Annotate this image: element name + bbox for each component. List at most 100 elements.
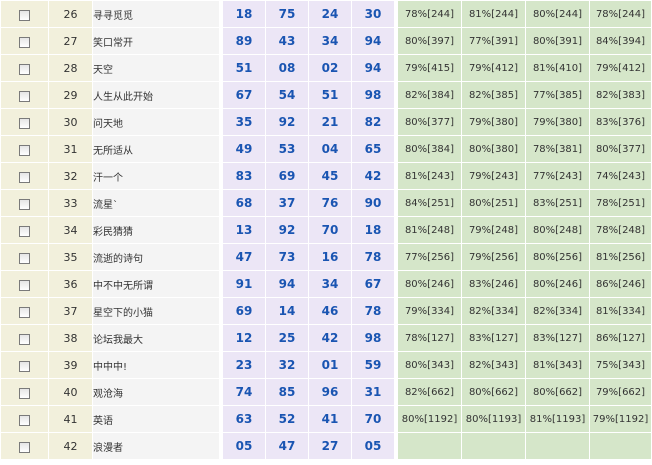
row-number: 30 [48,108,93,136]
accuracy-stat: 80%[1192] [397,405,462,433]
row-checkbox[interactable] [19,414,30,426]
row-checkbox[interactable] [19,9,30,21]
accuracy-stat: 78%[127] [397,324,462,352]
picked-number: 75 [265,0,309,28]
row-checkbox[interactable] [19,36,30,48]
table-row: 41 英语 63 52 41 70 80%[1192] 80%[1193] 81%[1193] 7… [0,405,652,433]
picked-number: 01 [308,351,352,379]
player-name: 问天地 [92,108,220,136]
picked-number: 49 [222,135,266,163]
row-checkbox[interactable] [19,306,30,318]
table-row: 33 流星` 68 37 76 90 84%[251] 80%[251] 83%[251] 78%… [0,189,652,217]
player-name: 中不中无所谓 [92,270,220,298]
accuracy-stat: 80%[377] [397,108,462,136]
picked-number: 23 [222,351,266,379]
row-number: 34 [48,216,93,244]
picked-number: 04 [308,135,352,163]
picked-number: 35 [222,108,266,136]
picked-number: 94 [351,54,395,82]
table-row: 37 星空下的小猫 69 14 46 78 79%[334] 82%[334] 82%[334]… [0,297,652,325]
picked-number: 73 [265,243,309,271]
picked-number: 13 [222,216,266,244]
row-checkbox[interactable] [19,117,30,129]
accuracy-stat: 81%[244] [461,0,526,28]
accuracy-stat: 81%[256] [589,243,652,271]
row-checkbox[interactable] [19,63,30,75]
row-checkbox[interactable] [19,144,30,156]
row-checkbox[interactable] [19,360,30,372]
player-name: 天空 [92,54,220,82]
row-number: 41 [48,405,93,433]
table-row: 39 中中中! 23 32 01 59 80%[343] 82%[343] 81%[343] 75… [0,351,652,379]
picked-number: 74 [222,378,266,406]
accuracy-stat: 82%[662] [397,378,462,406]
accuracy-stat: 84%[251] [397,189,462,217]
row-select-cell [0,243,49,271]
player-name: 笑口常开 [92,27,220,55]
table-row: 38 论坛我最大 12 25 42 98 78%[127] 83%[127] 83%[127] 8… [0,324,652,352]
table-row: 27 笑口常开 89 43 34 94 80%[397] 77%[391] 80%[391] 84… [0,27,652,55]
table-body: 26 寻寻觅觅 18 75 24 30 78%[244] 81%[244] 80%[244] 78… [0,0,652,460]
accuracy-stat: 80%[246] [525,270,590,298]
picked-number: 82 [351,108,395,136]
row-number: 39 [48,351,93,379]
accuracy-stat: 79%[412] [589,54,652,82]
picked-number: 51 [222,54,266,82]
picked-number: 27 [308,432,352,460]
picked-number: 85 [265,378,309,406]
picked-number: 51 [308,81,352,109]
row-checkbox[interactable] [19,252,30,264]
accuracy-stat: 82%[385] [461,81,526,109]
picked-number: 83 [222,162,266,190]
row-select-cell [0,81,49,109]
accuracy-stat: 80%[380] [461,135,526,163]
picked-number: 76 [308,189,352,217]
picked-number: 53 [265,135,309,163]
player-name: 论坛我最大 [92,324,220,352]
accuracy-stat [397,432,462,460]
picked-number: 16 [308,243,352,271]
picked-number: 25 [265,324,309,352]
picked-number: 32 [265,351,309,379]
table-row: 34 彩民猜猜 13 92 70 18 81%[248] 79%[248] 80%[248] 78… [0,216,652,244]
player-name: 中中中! [92,351,220,379]
picked-number: 41 [308,405,352,433]
accuracy-stat: 79%[412] [461,54,526,82]
row-checkbox[interactable] [19,90,30,102]
accuracy-stat: 79%[256] [461,243,526,271]
row-select-cell [0,108,49,136]
picked-number: 05 [222,432,266,460]
row-number: 38 [48,324,93,352]
accuracy-stat: 83%[127] [461,324,526,352]
row-checkbox[interactable] [19,171,30,183]
accuracy-stat: 80%[391] [525,27,590,55]
player-name: 汗一个 [92,162,220,190]
picked-number: 98 [351,324,395,352]
picked-number: 90 [351,189,395,217]
picked-number: 12 [222,324,266,352]
row-select-cell [0,405,49,433]
row-select-cell [0,135,49,163]
row-checkbox[interactable] [19,279,30,291]
row-number: 37 [48,297,93,325]
row-checkbox[interactable] [19,333,30,345]
picked-number: 78 [351,297,395,325]
player-name: 流星` [92,189,220,217]
accuracy-stat: 78%[251] [589,189,652,217]
row-checkbox[interactable] [19,441,30,453]
prediction-table: 26 寻寻觅觅 18 75 24 30 78%[244] 81%[244] 80%[244] 78… [0,0,652,460]
row-checkbox[interactable] [19,225,30,237]
accuracy-stat: 79%[662] [589,378,652,406]
accuracy-stat: 79%[380] [525,108,590,136]
row-checkbox[interactable] [19,387,30,399]
player-name: 无所适从 [92,135,220,163]
picked-number: 24 [308,0,352,28]
picked-number: 69 [265,162,309,190]
picked-number: 92 [265,216,309,244]
row-checkbox[interactable] [19,198,30,210]
row-select-cell [0,297,49,325]
accuracy-stat: 80%[662] [461,378,526,406]
accuracy-stat: 80%[343] [397,351,462,379]
table-row: 42 浪漫者 05 47 27 05 [0,432,652,460]
picked-number: 96 [308,378,352,406]
